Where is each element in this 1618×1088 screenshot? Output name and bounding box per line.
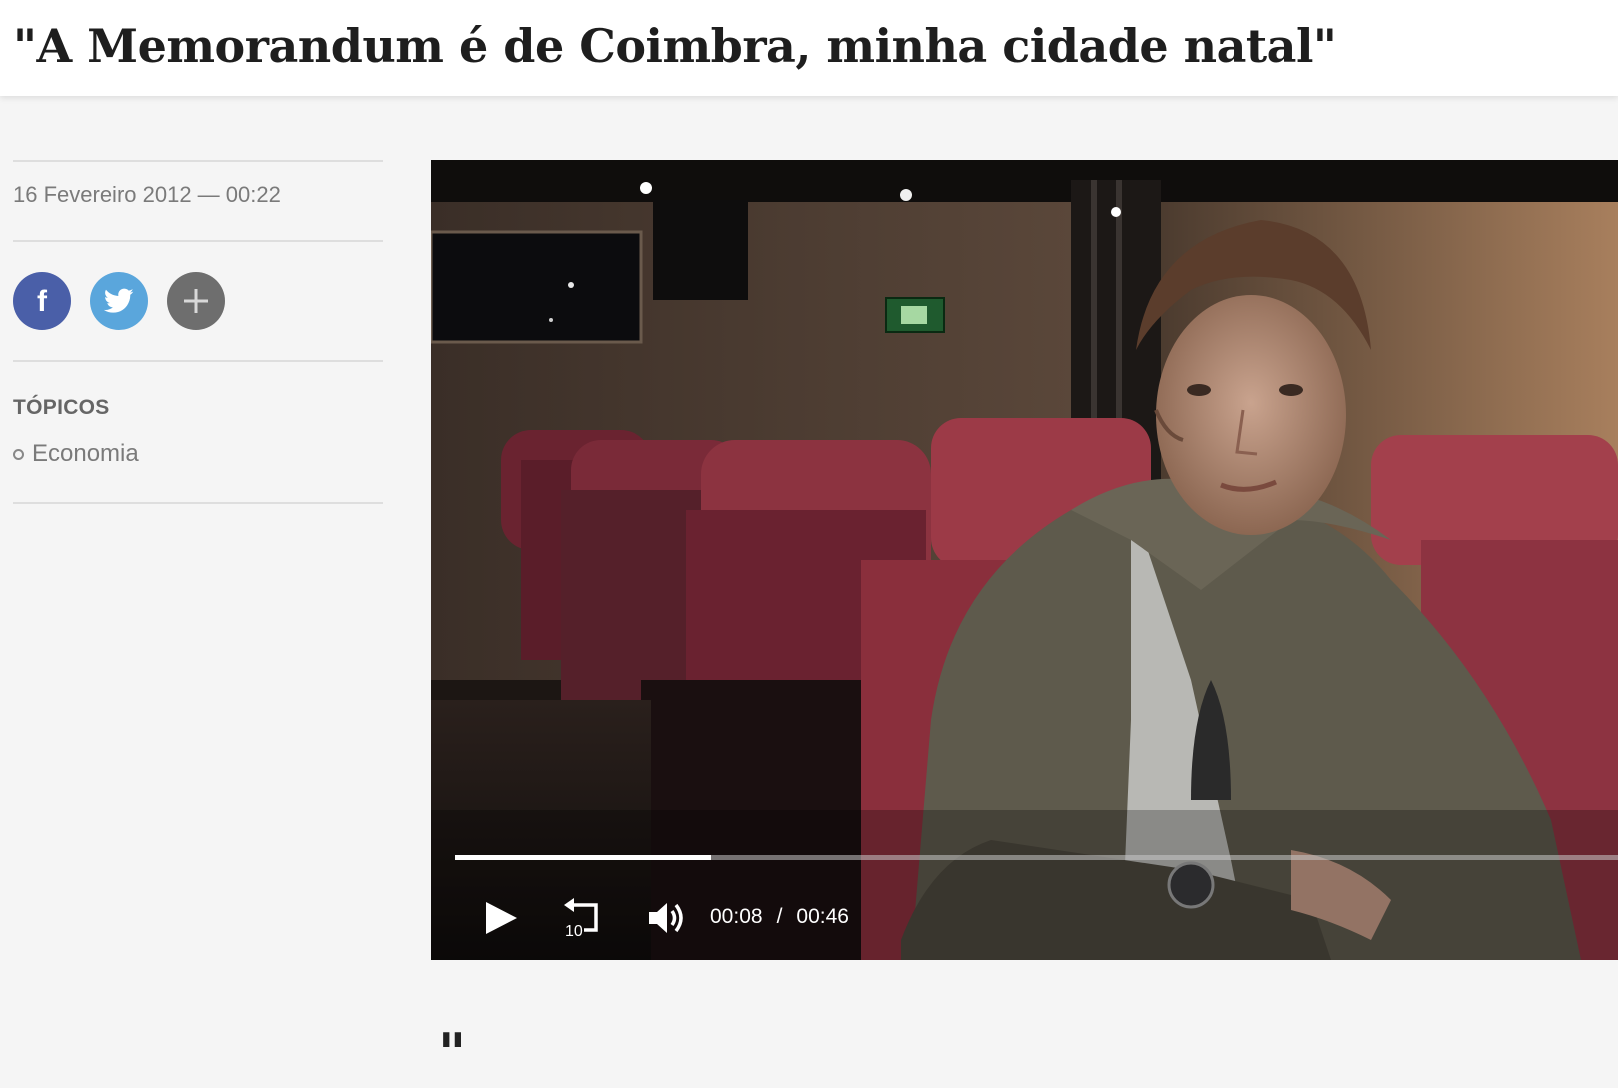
video-player[interactable]: 10 00:08 / 00:46 [431, 160, 1618, 960]
article-sidebar: 16 Fevereiro 2012 — 00:22 f TÓPICOS Econ… [13, 160, 383, 504]
topic-label: Economia [32, 440, 139, 467]
play-button[interactable] [481, 898, 521, 938]
topics-heading: TÓPICOS [13, 396, 110, 419]
volume-icon [649, 903, 683, 933]
share-buttons: f [13, 242, 383, 360]
duration: 00:46 [796, 905, 849, 928]
rewind-icon: 10 [564, 898, 598, 940]
bullet-icon [13, 448, 24, 460]
divider [13, 502, 383, 504]
publish-date: 16 Fevereiro 2012 — 00:22 [13, 182, 281, 207]
time-separator: / [776, 905, 783, 928]
topic-link-economia[interactable]: Economia [13, 440, 383, 468]
current-time: 00:08 [710, 905, 763, 928]
rewind-seconds-label: 10 [565, 923, 583, 940]
volume-button[interactable] [646, 898, 690, 938]
video-progress-bar[interactable] [455, 855, 1618, 860]
more-share-button[interactable] [167, 272, 225, 330]
article-body-start: " [438, 1018, 466, 1088]
article-title: "A Memorandum é de Coimbra, minha cidade… [13, 19, 1337, 73]
time-display: 00:08 / 00:46 [710, 902, 849, 932]
dropcap-quote: " [438, 1021, 467, 1085]
article-header: "A Memorandum é de Coimbra, minha cidade… [0, 0, 1618, 96]
plus-icon [184, 289, 208, 313]
twitter-share-button[interactable] [90, 272, 148, 330]
topics-section: TÓPICOS Economia [13, 362, 383, 502]
rewind-10-button[interactable]: 10 [558, 896, 606, 940]
facebook-share-button[interactable]: f [13, 272, 71, 330]
video-progress-fill [455, 855, 711, 860]
twitter-icon [104, 288, 134, 313]
play-icon [486, 902, 517, 934]
video-frame [431, 160, 1618, 960]
facebook-icon: f [37, 285, 47, 318]
